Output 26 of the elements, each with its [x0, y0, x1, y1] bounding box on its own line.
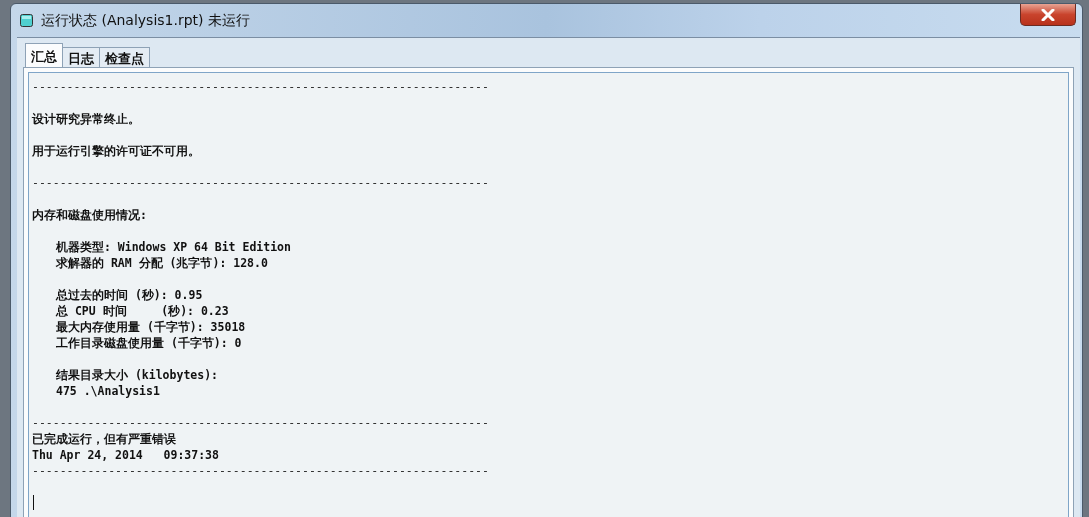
report-line: 475 .\Analysis1	[56, 384, 160, 398]
dashed-rule: ------------------------------------------------------------------	[32, 415, 490, 431]
window-title: 运行状态 (Analysis1.rpt) 未运行	[41, 11, 251, 30]
tab[interactable]: 汇总	[25, 43, 63, 67]
report-line: 工作目录磁盘使用量 (千字节): 0	[56, 336, 242, 350]
report-line: 设计研究异常终止。	[32, 112, 140, 126]
report-line: Thu Apr 24, 2014 09:37:38	[32, 448, 219, 462]
app-icon	[20, 14, 33, 27]
report-line: 总过去的时间 (秒): 0.95	[56, 288, 203, 302]
tab[interactable]: 日志	[62, 47, 100, 67]
dashed-rule: ------------------------------------------------------------------	[32, 79, 490, 95]
report-line: 求解器的 RAM 分配 (兆字节): 128.0	[56, 256, 268, 270]
dashed-rule: ------------------------------------------------------------------	[32, 463, 490, 479]
report-line: 已完成运行，但有严重错误	[32, 432, 176, 446]
text-cursor	[33, 495, 34, 510]
tab[interactable]: 检查点	[99, 47, 150, 67]
dashed-rule: ------------------------------------------------------------------	[32, 175, 490, 191]
close-icon	[1040, 8, 1056, 21]
report-line: 总 CPU 时间 (秒): 0.23	[56, 304, 229, 318]
report-area[interactable]	[28, 72, 1069, 517]
report-line: 结果目录大小 (kilobytes):	[56, 368, 218, 382]
report-line: 机器类型: Windows XP 64 Bit Edition	[56, 240, 291, 254]
close-button[interactable]	[1020, 4, 1076, 26]
report-line: 最大内存使用量 (千字节): 35018	[56, 320, 246, 334]
report-line: 用于运行引擎的许可证不可用。	[32, 144, 200, 158]
report-line: 内存和磁盘使用情况:	[32, 208, 147, 222]
